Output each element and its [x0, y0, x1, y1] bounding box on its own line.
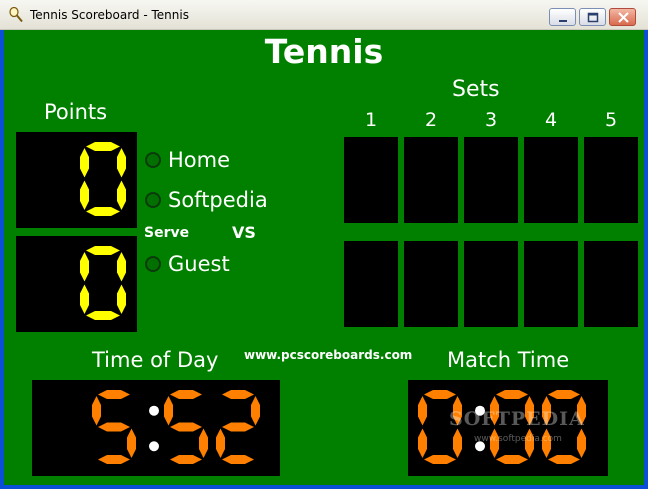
guest-set-3-box[interactable] — [464, 241, 518, 327]
window-title: Tennis Scoreboard - Tennis — [30, 8, 189, 22]
guest-points-digit — [80, 246, 126, 320]
time-of-day-digit-segment-f — [92, 396, 101, 426]
time-of-day-colon-dot — [149, 441, 159, 452]
minimize-button[interactable] — [549, 8, 576, 26]
time-of-day-digit-segment-c — [199, 428, 208, 458]
set-number-4: 4 — [544, 109, 558, 131]
match-time-digit-segment-e — [418, 428, 427, 458]
home-set-2-box[interactable] — [404, 137, 458, 223]
time-of-day-digit-segment-g — [222, 422, 254, 432]
team-name-home[interactable]: Home — [168, 148, 230, 172]
time-of-day-digits — [92, 390, 260, 464]
home-points-digit — [80, 142, 126, 216]
home-set-3-box[interactable] — [464, 137, 518, 223]
guest-points-digit-segment-b — [117, 252, 126, 282]
time-of-day-digit-segment-b — [251, 396, 260, 426]
vs-label: VS — [232, 223, 256, 242]
set-number-1: 1 — [364, 109, 378, 131]
time-of-day-digit-segment-e — [216, 428, 225, 458]
website-link[interactable]: www.pcscoreboards.com — [244, 348, 412, 362]
time-of-day-digit-segment-a — [222, 390, 254, 399]
home-points-digit-segment-d — [86, 207, 120, 216]
guest-points-digit-segment-e — [80, 284, 89, 314]
match-time-digit-segment-c — [453, 428, 462, 458]
time-of-day-digit-segment-d — [170, 455, 202, 464]
home-serve-indicator[interactable] — [145, 152, 161, 168]
time-of-day-digit-segment-d — [222, 455, 254, 464]
home-set-1-box[interactable] — [344, 137, 398, 223]
guest-set-1-box[interactable] — [344, 241, 398, 327]
title-bar[interactable]: Tennis Scoreboard - Tennis — [0, 0, 648, 30]
match-time-label: Match Time — [447, 348, 570, 372]
maximize-button[interactable] — [579, 8, 606, 26]
set-number-3: 3 — [484, 109, 498, 131]
scoreboard-panel: Tennis Sets Points 1 2 3 4 5 Home Softpe… — [4, 30, 644, 485]
tennis-racket-icon — [9, 7, 23, 23]
close-button[interactable] — [609, 8, 636, 26]
sets-label: Sets — [452, 77, 500, 102]
guest-points-digit-segment-f — [80, 252, 89, 282]
home-points-digit-segment-e — [80, 180, 89, 210]
match-time-digit-segment-d — [424, 455, 456, 464]
time-of-day-digit-segment-a — [170, 390, 202, 399]
team-name-guest[interactable]: Guest — [168, 252, 230, 276]
window-frame-right — [644, 30, 648, 489]
time-of-day-digit-segment-c — [127, 428, 136, 458]
set-number-5: 5 — [604, 109, 618, 131]
app-window: Tennis Scoreboard - Tennis Tennis Sets P… — [0, 0, 648, 489]
time-of-day-digit-segment-f — [164, 396, 173, 426]
match-time-digit-segment-f — [418, 396, 427, 426]
softpedia-serve-indicator[interactable] — [145, 192, 161, 208]
home-points-digit-segment-c — [117, 180, 126, 210]
home-set-4-box[interactable] — [524, 137, 578, 223]
time-of-day-digit-segment-g — [170, 422, 202, 432]
match-time-digit-segment-a — [424, 390, 456, 399]
home-points-digit-segment-f — [80, 148, 89, 178]
match-time-digit-segment-a — [496, 390, 528, 399]
watermark-url: www.softpedia.com — [474, 434, 562, 444]
points-label: Points — [44, 100, 108, 124]
match-time-digit-segment-d — [548, 455, 580, 464]
minimize-icon — [559, 20, 567, 22]
guest-serve-indicator[interactable] — [145, 256, 161, 272]
guest-set-5-box[interactable] — [584, 241, 638, 327]
maximize-icon — [587, 12, 599, 23]
watermark-text: SOFTPEDIA — [449, 408, 585, 430]
close-icon — [618, 12, 629, 23]
window-frame-bottom — [0, 485, 648, 489]
match-time-digit-segment-c — [577, 428, 586, 458]
team-name-softpedia[interactable]: Softpedia — [168, 188, 268, 212]
guest-points-digit-segment-d — [86, 311, 120, 320]
time-of-day-digit-segment-g — [98, 422, 130, 432]
time-of-day-digit-segment-d — [98, 455, 130, 464]
guest-points-digit-segment-a — [86, 246, 120, 255]
match-time-digit-segment-a — [548, 390, 580, 399]
guest-set-2-box[interactable] — [404, 241, 458, 327]
match-time-digit-segment-d — [496, 455, 528, 464]
time-of-day-digit-segment-a — [98, 390, 130, 399]
set-number-2: 2 — [424, 109, 438, 131]
serve-label: Serve — [144, 225, 190, 241]
time-of-day-label: Time of Day — [92, 348, 219, 372]
guest-set-4-box[interactable] — [524, 241, 578, 327]
guest-points-digit-segment-c — [117, 284, 126, 314]
time-of-day-colon-dot — [149, 405, 159, 416]
time-of-day-display — [32, 380, 280, 476]
game-title: Tennis — [264, 32, 384, 71]
home-points-display[interactable] — [16, 132, 137, 228]
home-points-digit-segment-b — [117, 148, 126, 178]
home-points-digit-segment-a — [86, 142, 120, 151]
guest-points-display[interactable] — [16, 236, 137, 332]
home-set-5-box[interactable] — [584, 137, 638, 223]
